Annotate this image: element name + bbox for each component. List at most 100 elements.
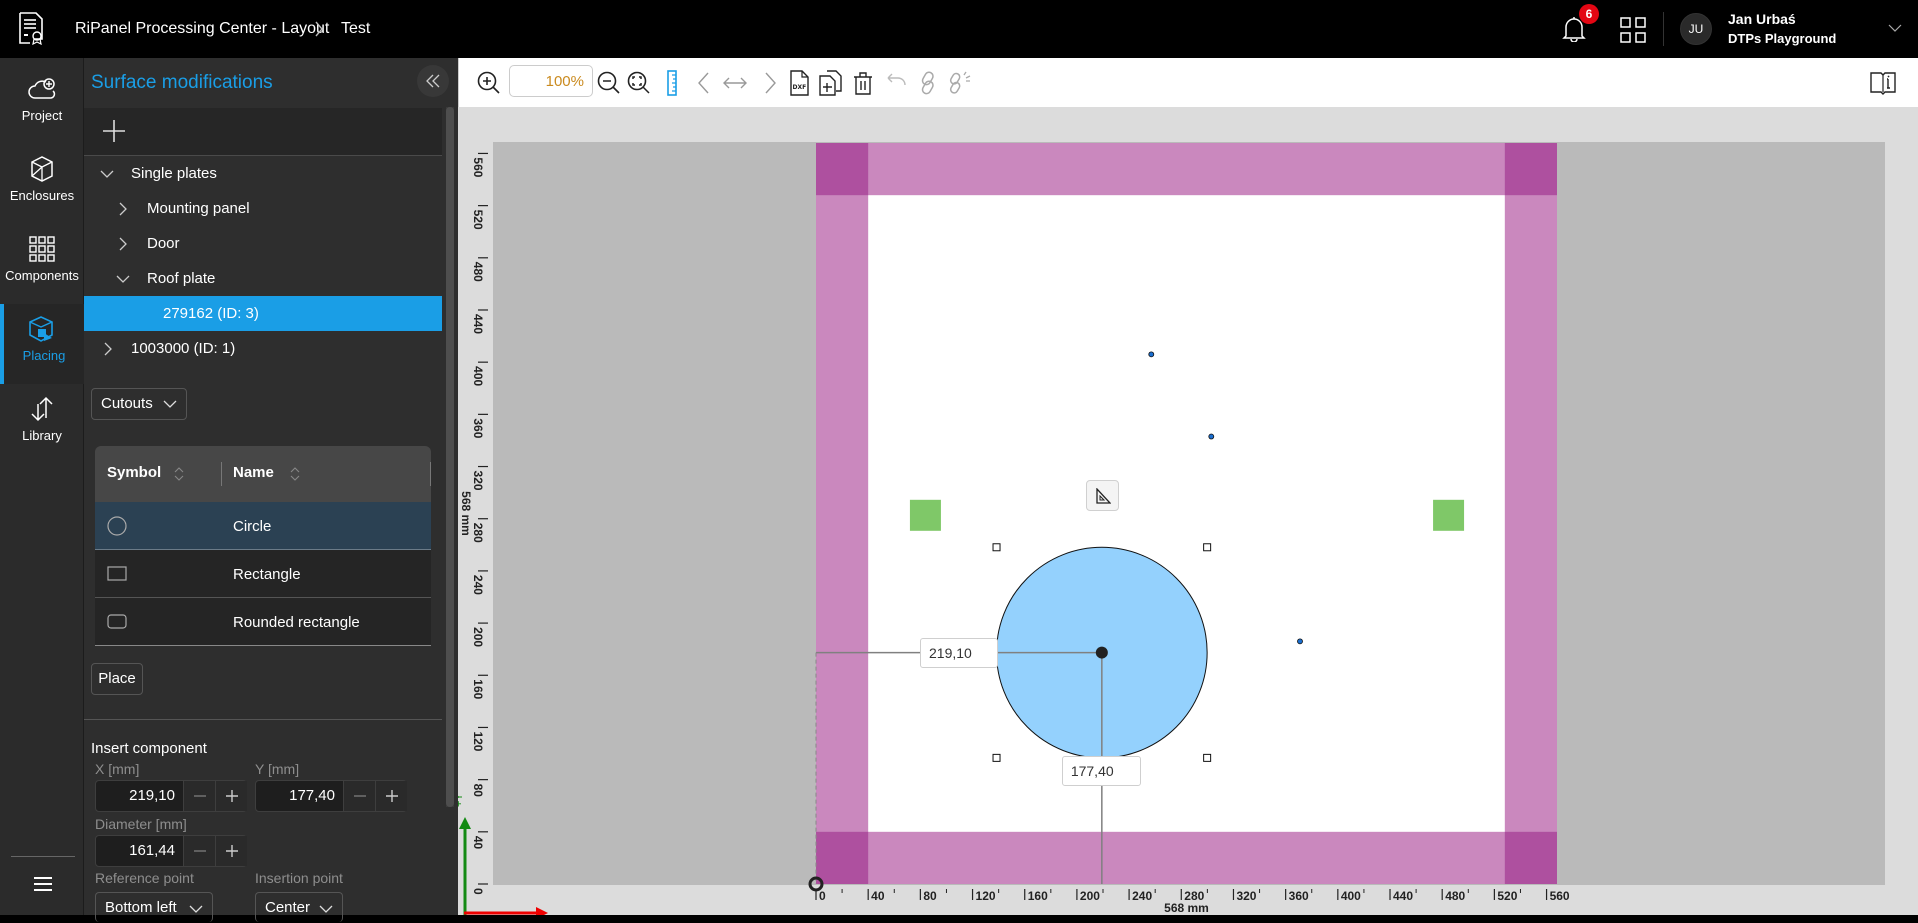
y-ruler-size-label: 568 mm bbox=[459, 491, 473, 536]
tree-item-1003000[interactable]: 1003000 (ID: 1) bbox=[84, 331, 442, 366]
place-button[interactable]: Place bbox=[91, 663, 143, 695]
nav-item-project[interactable]: Project bbox=[0, 64, 84, 144]
delete-icon[interactable] bbox=[850, 70, 876, 96]
document-certificate-icon[interactable] bbox=[18, 11, 44, 45]
plus-icon[interactable] bbox=[101, 118, 127, 144]
chevron-right-icon[interactable] bbox=[756, 70, 782, 96]
x-dimension-label[interactable]: 219,10 bbox=[920, 637, 998, 668]
chevron-right-icon[interactable] bbox=[101, 342, 115, 356]
table-row[interactable]: Rectangle bbox=[95, 550, 431, 598]
link-icon[interactable] bbox=[915, 70, 941, 96]
reference-point-select[interactable]: Bottom left bbox=[95, 892, 213, 922]
zoom-fit-icon[interactable] bbox=[626, 70, 652, 96]
resize-handle[interactable] bbox=[1203, 753, 1212, 762]
apps-grid-icon[interactable] bbox=[1620, 17, 1646, 43]
reference-dot[interactable] bbox=[1208, 433, 1215, 440]
x-ruler-size-label: 568 mm bbox=[1164, 901, 1209, 915]
y-decrement-button[interactable] bbox=[343, 781, 375, 811]
x-input[interactable] bbox=[96, 781, 183, 811]
column-header-name[interactable]: Name bbox=[233, 464, 274, 481]
y-ruler-label: 560 bbox=[471, 157, 485, 177]
table-row[interactable]: Rounded rectangle bbox=[95, 598, 431, 646]
nav-item-library[interactable]: Library bbox=[0, 384, 84, 464]
rectangle-symbol-icon bbox=[107, 566, 127, 581]
chevron-left-icon[interactable] bbox=[692, 70, 718, 96]
x-increment-button[interactable] bbox=[215, 781, 247, 811]
y-input[interactable] bbox=[256, 781, 343, 811]
dxf-file-icon[interactable]: DXF bbox=[786, 70, 812, 96]
ruler-icon[interactable] bbox=[659, 70, 685, 96]
breadcrumb-current[interactable]: Test bbox=[341, 20, 370, 38]
category-select[interactable]: Cutouts bbox=[91, 388, 187, 420]
resize-handle[interactable] bbox=[1203, 543, 1212, 552]
reference-dot[interactable] bbox=[1148, 351, 1155, 358]
y-label: Y [mm] bbox=[255, 761, 300, 777]
y-ruler-label: 400 bbox=[471, 366, 485, 386]
zoom-out-icon[interactable] bbox=[596, 70, 622, 96]
nav-item-enclosures[interactable]: Enclosures bbox=[0, 144, 84, 224]
chevron-down-icon[interactable] bbox=[116, 272, 130, 286]
y-dimension-label[interactable]: 177,40 bbox=[1061, 755, 1141, 786]
plate-corner bbox=[1504, 143, 1557, 196]
resize-handle[interactable] bbox=[992, 753, 1001, 762]
nav-label: Enclosures bbox=[9, 188, 75, 203]
hamburger-menu-icon[interactable] bbox=[34, 876, 52, 892]
nav-item-components[interactable]: Components bbox=[0, 224, 84, 304]
x-ruler-label: 240 bbox=[1132, 889, 1152, 903]
y-ruler-label: 520 bbox=[471, 210, 485, 230]
chevron-down-icon[interactable] bbox=[100, 167, 114, 181]
table-row[interactable]: Circle bbox=[95, 502, 431, 550]
zoom-level-input[interactable] bbox=[509, 65, 593, 97]
app-header: RiPanel Processing Center - Layout Test … bbox=[0, 0, 1918, 58]
arrows-left-right-icon[interactable] bbox=[722, 70, 748, 96]
sort-icon[interactable] bbox=[174, 466, 184, 482]
x-label: X [mm] bbox=[95, 761, 140, 777]
green-marker[interactable] bbox=[1433, 499, 1465, 531]
breadcrumb-app[interactable]: RiPanel Processing Center - Layout bbox=[75, 20, 329, 38]
x-decrement-button[interactable] bbox=[183, 781, 215, 811]
nav-item-placing[interactable]: Placing bbox=[0, 304, 84, 384]
reference-dot[interactable] bbox=[1297, 638, 1303, 645]
insertion-point-select[interactable]: Center bbox=[255, 892, 343, 922]
collapse-panel-button[interactable] bbox=[417, 65, 449, 97]
y-ruler-label: 40 bbox=[471, 836, 485, 850]
x-ruler-label: 80 bbox=[923, 889, 937, 903]
panel-scrollbar-thumb[interactable] bbox=[446, 107, 454, 807]
tree-item-single-plates[interactable]: Single plates bbox=[84, 156, 442, 191]
y-ruler-label: 0 bbox=[471, 888, 485, 895]
undo-icon[interactable] bbox=[882, 70, 908, 96]
tree-item-door[interactable]: Door bbox=[84, 226, 442, 261]
nav-label: Components bbox=[5, 268, 79, 283]
plate-border-right bbox=[1504, 143, 1557, 884]
zoom-in-icon[interactable] bbox=[476, 70, 502, 96]
diameter-decrement-button[interactable] bbox=[183, 836, 215, 866]
plate-canvas[interactable]: 0 40 80 120 160 200 240 280 320 360 400 440 480 520 56… bbox=[458, 107, 1918, 915]
row-name: Circle bbox=[233, 518, 272, 535]
unlink-icon[interactable] bbox=[947, 70, 973, 96]
tree-item-label: Mounting panel bbox=[147, 200, 250, 217]
green-marker[interactable] bbox=[909, 499, 941, 531]
tree-item-roof-plate[interactable]: Roof plate bbox=[84, 261, 442, 296]
column-header-symbol[interactable]: Symbol bbox=[107, 464, 161, 481]
diameter-increment-button[interactable] bbox=[215, 836, 247, 866]
diameter-input[interactable] bbox=[96, 836, 183, 866]
tree-item-label: Door bbox=[147, 235, 180, 252]
avatar[interactable]: JU bbox=[1680, 13, 1712, 45]
manual-info-icon[interactable] bbox=[1869, 70, 1897, 96]
resize-handle[interactable] bbox=[992, 543, 1001, 552]
set-square-button[interactable] bbox=[1085, 480, 1119, 512]
canvas-area[interactable]: 0 40 80 120 160 200 240 280 320 360 400 440 480 520 56… bbox=[458, 107, 1918, 915]
y-increment-button[interactable] bbox=[375, 781, 407, 811]
center-handle[interactable] bbox=[1095, 646, 1108, 659]
sort-icon[interactable] bbox=[290, 466, 300, 482]
chevron-right-icon[interactable] bbox=[116, 237, 130, 251]
tree-item-279162[interactable]: 279162 (ID: 3) bbox=[84, 296, 442, 331]
y-ruler-label: 240 bbox=[471, 575, 485, 595]
nav-divider bbox=[11, 856, 75, 857]
chevron-down-icon[interactable] bbox=[1887, 20, 1903, 36]
y-ruler-label: 160 bbox=[471, 679, 485, 699]
tree-item-mounting-panel[interactable]: Mounting panel bbox=[84, 191, 442, 226]
duplicate-icon[interactable] bbox=[818, 70, 844, 96]
chevron-right-icon[interactable] bbox=[116, 202, 130, 216]
tree-item-label: Roof plate bbox=[147, 270, 216, 287]
